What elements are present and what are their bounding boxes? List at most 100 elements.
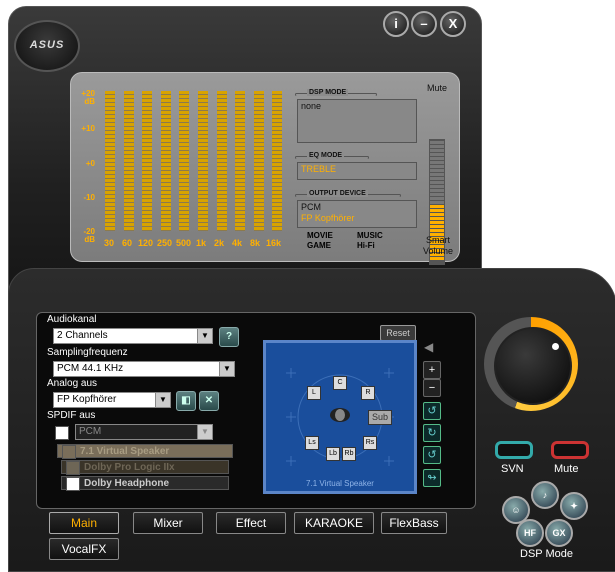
freq-label: 4k (232, 238, 243, 248)
speaker-channel-r[interactable]: R (361, 386, 375, 400)
sampling-label: Samplingfrequenz (47, 347, 128, 358)
freq-label: 60 (122, 238, 133, 248)
tab-mixer[interactable]: Mixer (133, 512, 203, 534)
spdif-checkbox[interactable] (55, 426, 69, 440)
eq-band-slider[interactable] (160, 91, 171, 231)
volume-knob[interactable] (494, 327, 572, 405)
volume-segment (430, 193, 444, 196)
minimize-button[interactable]: – (411, 11, 437, 37)
speaker-view[interactable]: L C R Ls Rs Lb Rb Sub 7.1 Virtual Speake… (263, 340, 417, 494)
dolby-headphone-option[interactable]: Dolby Headphone (61, 476, 229, 491)
tab-karaoke[interactable]: KARAOKE (294, 512, 374, 534)
dsp-hf-button[interactable]: HF (516, 519, 544, 547)
dsp-mode-display: none (297, 99, 417, 143)
rotate-reset-icon[interactable]: ↺ (423, 446, 441, 464)
freq-label: 16k (266, 238, 282, 248)
info-button[interactable]: i (383, 11, 409, 37)
eq-band-slider[interactable] (253, 91, 264, 231)
dolby-prologic-option[interactable]: Dolby Pro Logic IIx (61, 460, 229, 475)
speaker-channel-c[interactable]: C (333, 376, 347, 390)
dsp-gx-button[interactable]: GX (545, 519, 573, 547)
mode-hifi[interactable]: Hi-Fi (357, 241, 375, 250)
db-label-plus20: +20 dB (81, 89, 95, 106)
eq-mute-label[interactable]: Mute (427, 83, 447, 93)
eq-band-slider[interactable] (105, 91, 115, 231)
mode-game[interactable]: GAME (307, 241, 331, 250)
volume-segment (430, 205, 444, 208)
dsp-game-icon[interactable]: ✦ (560, 492, 588, 520)
dsp-music-icon[interactable]: ♪ (531, 481, 559, 509)
volume-segment (430, 209, 444, 212)
tab-main[interactable]: Main (49, 512, 119, 534)
zoom-in-button[interactable]: + (423, 361, 441, 379)
volume-segment (430, 173, 444, 176)
rotate-right-icon[interactable]: ↻ (423, 424, 441, 442)
speaker-channel-rb[interactable]: Rb (342, 447, 356, 461)
freq-label: 2k (214, 238, 225, 248)
volume-segment (430, 145, 444, 148)
reset-button[interactable]: Reset (380, 325, 416, 341)
volume-segment (430, 161, 444, 164)
virtual-speaker-option[interactable]: 7.1 Virtual Speaker (57, 444, 233, 459)
audiokanal-select[interactable]: 2 Channels ▼ (53, 328, 213, 344)
speaker-caption: 7.1 Virtual Speaker (306, 479, 374, 488)
smart-volume-label[interactable]: Smart Volume (418, 235, 458, 257)
freq-label: 30 (104, 238, 115, 248)
audiokanal-label: Audiokanal (47, 314, 97, 325)
eq-band-slider[interactable] (216, 91, 227, 231)
output-device-line2: FP Kopfhörer (301, 213, 355, 223)
tab-effect[interactable]: Effect (216, 512, 286, 534)
speaker-channel-rs[interactable]: Rs (363, 436, 377, 450)
dsp-mode-title: DSP MODE (307, 89, 349, 96)
speaker-channel-lb[interactable]: Lb (326, 447, 340, 461)
db-label-minus10: -10 (83, 193, 95, 202)
chevron-down-icon: ▼ (197, 425, 212, 439)
output-device-line1: PCM (301, 202, 321, 212)
freq-label: 1k (196, 238, 207, 248)
help-button[interactable]: ? (219, 327, 239, 347)
swap-icon[interactable]: ↬ (423, 469, 441, 487)
mode-movie[interactable]: MOVIE (307, 231, 333, 240)
knob-indicator (552, 343, 559, 350)
rotate-left-icon[interactable]: ↺ (423, 402, 441, 420)
volume-segment (430, 201, 444, 204)
eq-band-slider[interactable] (198, 91, 208, 231)
speaker-channel-sub[interactable]: Sub (368, 410, 392, 425)
volume-segment (430, 217, 444, 220)
dolby-headphone-checkbox[interactable] (66, 477, 80, 491)
analog-label: Analog aus (47, 378, 98, 389)
audiokanal-value: 2 Channels (57, 330, 108, 341)
output-device-title: OUTPUT DEVICE (307, 190, 368, 197)
asus-logo: ASUS (14, 20, 80, 72)
zoom-out-button[interactable]: − (423, 379, 441, 397)
eq-band-slider[interactable] (272, 91, 283, 231)
tab-vocalfx[interactable]: VocalFX (49, 538, 119, 560)
volume-segment (430, 257, 444, 260)
db-label-minus20: -20 dB (83, 227, 95, 244)
spdif-select[interactable]: PCM ▼ (75, 424, 213, 440)
equalizer-panel: +20 dB +10 +0 -10 -20 dB 30 60 120 250 5… (70, 72, 460, 265)
eq-mode-display: TREBLE (297, 162, 417, 180)
mode-music[interactable]: MUSIC (357, 231, 383, 240)
analog-select[interactable]: FP Kopfhörer ▼ (53, 392, 171, 408)
close-button[interactable]: X (440, 11, 466, 37)
svn-label: SVN (501, 463, 524, 475)
speaker-settings-icon[interactable]: ◧ (176, 391, 196, 411)
sampling-select[interactable]: PCM 44.1 KHz ▼ (53, 361, 235, 377)
virtual-speaker-checkbox[interactable] (62, 445, 76, 459)
app-frame: ASUS i – X +20 dB +10 +0 -10 -20 dB 30 6… (0, 0, 615, 572)
speaker-channel-ls[interactable]: Ls (305, 436, 319, 450)
speaker-channel-l[interactable]: L (307, 386, 321, 400)
eq-band-slider[interactable] (235, 91, 246, 231)
dsp-mode-label: DSP Mode (520, 548, 573, 560)
volume-segment (430, 141, 444, 144)
eq-band-slider[interactable] (123, 91, 134, 231)
svn-button[interactable] (495, 441, 533, 459)
eq-band-slider[interactable] (142, 91, 153, 231)
dolby-prologic-checkbox[interactable] (66, 461, 80, 475)
dolby-prologic-label: Dolby Pro Logic IIx (84, 462, 175, 473)
eq-band-slider[interactable] (179, 91, 190, 231)
tools-icon[interactable]: ✕ (199, 391, 219, 411)
mute-button[interactable] (551, 441, 589, 459)
tab-flexbass[interactable]: FlexBass (381, 512, 447, 534)
